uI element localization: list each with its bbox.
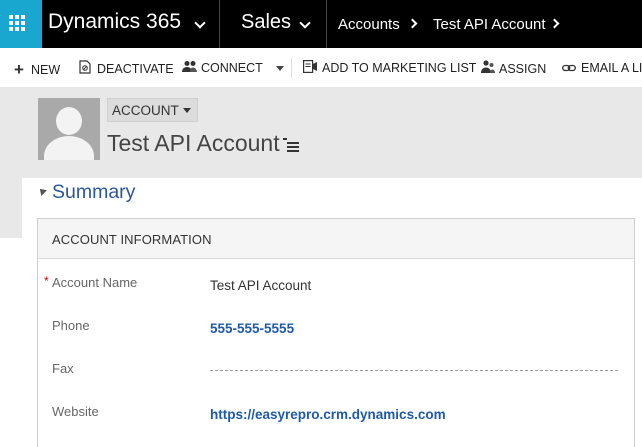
- record-menu-icon[interactable]: [283, 138, 299, 152]
- account-name-field[interactable]: Test API Account: [210, 278, 311, 293]
- section-header: ACCOUNT INFORMATION: [38, 219, 634, 259]
- new-label: NEW: [31, 63, 61, 77]
- phone-label: Phone: [52, 318, 90, 333]
- website-label: Website: [52, 404, 99, 419]
- people-connect-icon: [182, 60, 197, 76]
- assign-people-icon: [480, 60, 495, 77]
- new-button[interactable]: + NEW: [12, 60, 60, 80]
- app-name: Dynamics 365: [48, 10, 182, 33]
- section-header-title: ACCOUNT INFORMATION: [52, 232, 212, 247]
- caret-down-icon: [182, 107, 191, 113]
- breadcrumb-record[interactable]: Test API Account: [433, 16, 546, 33]
- avatar-head-shape: [56, 107, 82, 135]
- chevron-right-icon: [407, 18, 418, 29]
- add-to-marketing-list-label: ADD TO MARKETING LIST: [322, 61, 477, 75]
- fax-field[interactable]: [210, 370, 618, 371]
- link-icon: [562, 60, 576, 76]
- account-name-label: Account Name: [52, 275, 138, 290]
- area-name: Sales: [241, 11, 292, 33]
- deactivate-document-icon: [78, 60, 92, 77]
- connect-button[interactable]: CONNECT: [182, 60, 263, 76]
- plus-icon: +: [14, 60, 24, 79]
- record-name: Test API Account: [107, 130, 280, 156]
- area-switcher[interactable]: Sales: [221, 0, 327, 48]
- fax-label: Fax: [52, 361, 74, 376]
- account-avatar[interactable]: [38, 98, 100, 160]
- entity-type-selector[interactable]: ACCOUNT: [107, 98, 198, 122]
- entity-type-label: ACCOUNT: [112, 102, 179, 118]
- app-launcher-button[interactable]: [0, 0, 42, 48]
- app-switcher[interactable]: Dynamics 365: [42, 0, 220, 48]
- phone-field[interactable]: 555-555-5555: [210, 321, 294, 336]
- top-navigation-bar: Dynamics 365 Sales Accounts Test API Acc…: [0, 0, 642, 48]
- deactivate-label: DEACTIVATE: [97, 61, 174, 76]
- email-a-link-button[interactable]: EMAIL A LIN: [562, 60, 642, 76]
- section-title-summary[interactable]: Summary: [52, 181, 135, 204]
- avatar-body-shape: [44, 136, 94, 160]
- chevron-down-icon: [299, 17, 311, 29]
- website-field[interactable]: https://easyrepro.crm.dynamics.com: [210, 407, 446, 422]
- assign-button[interactable]: ASSIGN: [480, 60, 546, 77]
- command-bar: + NEW DEACTIVATE CONNECT ADD TO MARKETIN…: [0, 48, 642, 88]
- breadcrumb-accounts[interactable]: Accounts: [338, 16, 400, 33]
- deactivate-button[interactable]: DEACTIVATE: [78, 60, 174, 77]
- chevron-right-icon[interactable]: [549, 18, 560, 29]
- connect-label: CONNECT: [201, 61, 263, 75]
- required-asterisk: *: [44, 274, 49, 288]
- connect-dropdown-caret-icon[interactable]: [276, 66, 284, 71]
- add-to-marketing-list-button[interactable]: ADD TO MARKETING LIST: [303, 60, 476, 76]
- email-a-link-label: EMAIL A LIN: [581, 61, 642, 75]
- waffle-grid-icon: [9, 15, 25, 31]
- assign-label: ASSIGN: [499, 61, 547, 76]
- chevron-down-icon: [194, 17, 206, 29]
- marketing-list-icon: [303, 60, 317, 76]
- command-divider: [291, 58, 292, 78]
